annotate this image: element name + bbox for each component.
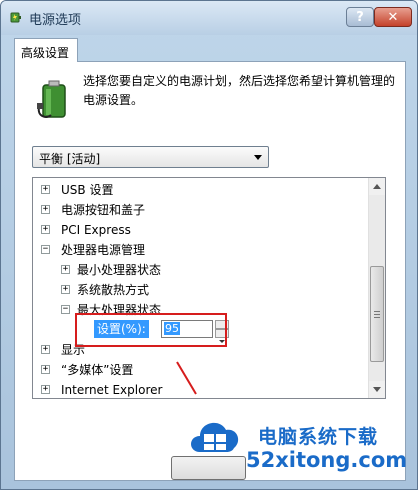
expand-icon[interactable]: + <box>41 185 50 194</box>
arrow-down-icon <box>373 387 381 392</box>
power-plan-select[interactable]: 平衡 [活动] <box>32 146 269 168</box>
vertical-scrollbar[interactable] <box>368 178 385 398</box>
scroll-thumb[interactable] <box>370 266 384 362</box>
power-plan-value: 平衡 [活动] <box>39 152 101 166</box>
grip-icon <box>374 314 380 315</box>
expand-icon[interactable]: + <box>61 265 70 274</box>
power-options-icon <box>10 12 21 23</box>
cloud-logo-icon <box>191 422 239 452</box>
expand-icon[interactable]: + <box>41 225 50 234</box>
collapse-icon[interactable]: − <box>41 245 50 254</box>
settings-tree[interactable]: + USB 设置 + 电源按钮和盖子 + PCI Express − 处理器电源… <box>32 177 386 399</box>
collapse-icon[interactable]: − <box>61 305 70 314</box>
chevron-down-icon <box>254 155 262 160</box>
tree-item-label: 处理器电源管理 <box>61 243 146 257</box>
window-title: 电源选项 <box>29 13 82 28</box>
tree-item-label: PCI Express <box>61 223 131 237</box>
description-text: 选择您要自定义的电源计划，然后选择您希望计算机管理的电源设置。 <box>83 74 396 107</box>
expand-icon[interactable]: + <box>41 205 50 214</box>
tree-item-label: USB 设置 <box>61 183 114 197</box>
close-button[interactable]: ✕ <box>374 7 412 27</box>
expand-icon[interactable]: + <box>41 365 50 374</box>
scroll-down-button[interactable] <box>369 381 385 398</box>
grip-icon <box>374 311 380 312</box>
tab-advanced-settings[interactable]: 高级设置 <box>14 38 78 62</box>
title-bar: 电源选项 ? ✕ <box>1 1 417 35</box>
scroll-up-button[interactable] <box>369 178 385 195</box>
tree-item-label: 最小处理器状态 <box>77 263 162 277</box>
battery-plug-icon <box>37 80 66 118</box>
arrow-up-icon <box>373 184 381 189</box>
red-arrow-annotation <box>176 361 197 395</box>
tree-item-label: 系统散热方式 <box>77 283 150 297</box>
expand-icon[interactable]: + <box>61 285 70 294</box>
help-button[interactable]: ? <box>346 7 374 27</box>
watermark-url: 52xitong.com <box>246 448 408 472</box>
tree-item-label: “多媒体”设置 <box>61 363 134 377</box>
tree-item-label: Internet Explorer <box>61 383 163 397</box>
watermark-name: 电脑系统下载 <box>258 426 379 448</box>
grip-icon <box>374 317 380 318</box>
expand-icon[interactable]: + <box>41 385 50 394</box>
tree-item-label: 电源按钮和盖子 <box>61 203 146 217</box>
expand-icon[interactable]: + <box>41 345 50 354</box>
highlight-annotation-box <box>75 313 227 347</box>
